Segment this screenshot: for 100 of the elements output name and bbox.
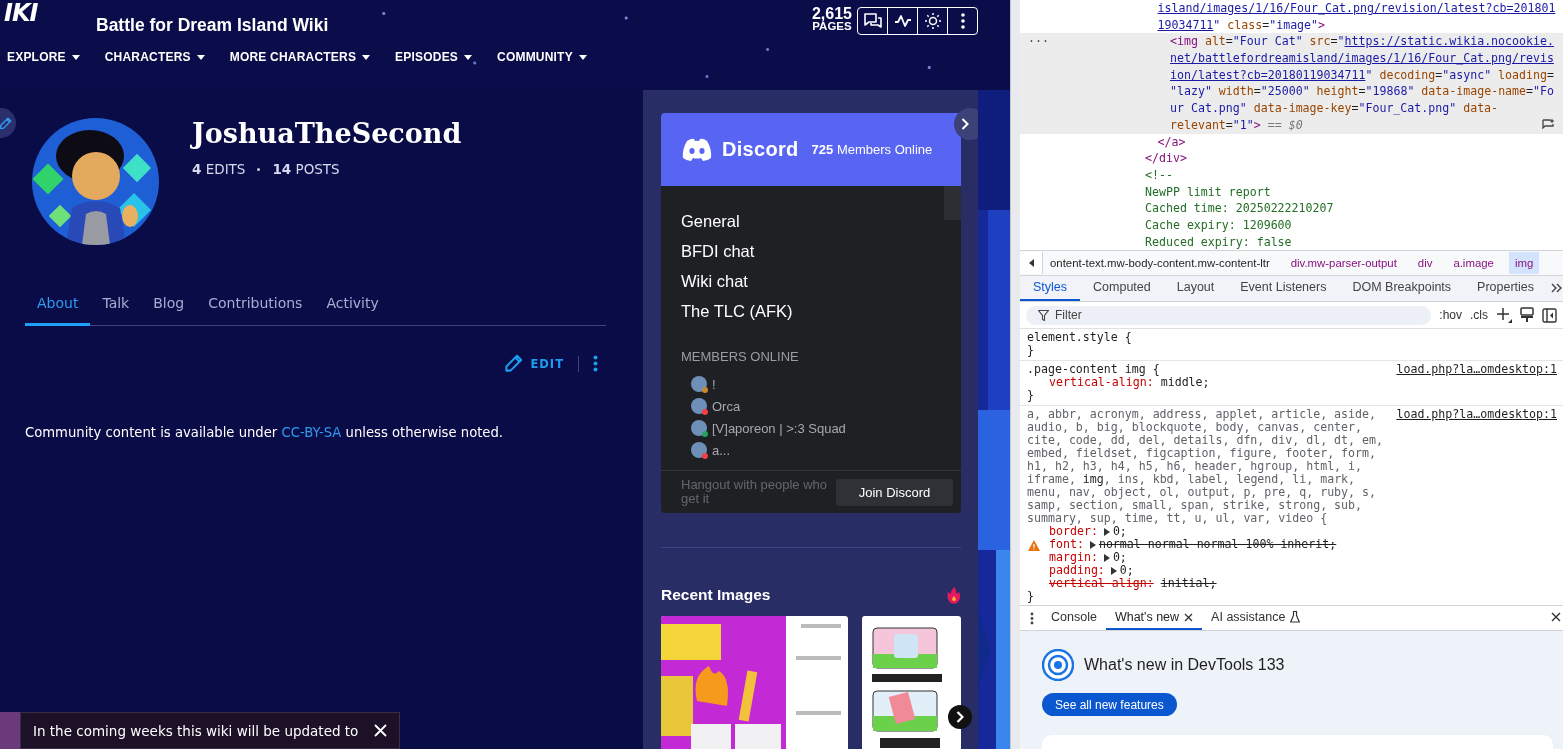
panel-tab[interactable]: Computed bbox=[1080, 280, 1164, 301]
splitter-handle[interactable] bbox=[1010, 0, 1020, 749]
sun-icon[interactable] bbox=[924, 13, 941, 29]
code-line[interactable]: <!-- bbox=[1145, 167, 1173, 182]
panel-tab[interactable]: Event Listeners bbox=[1227, 280, 1340, 301]
more-icon[interactable] bbox=[593, 355, 598, 372]
closing-brace: } bbox=[1027, 389, 1035, 402]
site-title[interactable]: Battle for Dream Island Wiki bbox=[96, 15, 329, 36]
toggle-button[interactable]: .cls bbox=[1470, 308, 1488, 322]
property-name[interactable]: border: bbox=[1049, 524, 1098, 538]
nav-menu[interactable]: EPISODES bbox=[395, 50, 473, 64]
code-line[interactable]: NewPP limit report bbox=[1145, 184, 1271, 199]
property-value[interactable]: normal normal normal 100% inherit; bbox=[1098, 537, 1337, 551]
next-button[interactable] bbox=[948, 705, 972, 729]
nav-menu[interactable]: COMMUNITY bbox=[497, 50, 587, 64]
channel-link[interactable]: General bbox=[681, 206, 740, 236]
profile-tab[interactable]: Activity bbox=[314, 295, 391, 326]
profile-tab[interactable]: About bbox=[25, 295, 91, 326]
code-line[interactable]: 19034711" class="image"> bbox=[1157, 17, 1326, 32]
code-line[interactable]: island/images/1/16/Four_Cat.png/revision/latest?cb=201801 bbox=[1157, 1, 1556, 15]
nav-menu[interactable]: MORE CHARACTERS bbox=[229, 50, 371, 64]
chevron-double-icon[interactable] bbox=[1551, 283, 1563, 293]
sidebar-icon[interactable] bbox=[1542, 307, 1557, 323]
nav-menu[interactable]: CHARACTERS bbox=[104, 50, 205, 64]
source-link[interactable]: load.php?la…omdesktop:1 bbox=[1396, 408, 1557, 421]
code-line[interactable]: ion/latest?cb=20180119034711" decoding="async" loading= bbox=[1170, 67, 1554, 82]
property-value[interactable]: 0; bbox=[1112, 524, 1127, 538]
plus-icon[interactable] bbox=[1496, 307, 1512, 323]
member-name[interactable]: [V]aporeon | >:3 Squad bbox=[712, 420, 846, 436]
member-name[interactable]: Orca bbox=[712, 398, 741, 414]
breadcrumb[interactable]: a.image bbox=[1447, 252, 1500, 274]
pencil-icon bbox=[504, 354, 524, 373]
panel-tab[interactable]: Layout bbox=[1163, 280, 1228, 301]
code-line[interactable]: relevant="1"> == $0 bbox=[1170, 117, 1303, 132]
panel-tab[interactable]: Styles bbox=[1020, 280, 1081, 301]
drawer-tab[interactable]: AI assistance bbox=[1202, 606, 1310, 630]
property-name[interactable]: padding: bbox=[1049, 563, 1105, 577]
code-line[interactable]: </div> bbox=[1145, 151, 1187, 166]
property-value[interactable]: 0; bbox=[1112, 550, 1127, 564]
sparkle-chat-icon[interactable] bbox=[1541, 117, 1555, 132]
code-line[interactable]: ur Cat.png" data-image-key="Four_Cat.png" data- bbox=[1170, 101, 1499, 116]
css-selector: .page-content img { bbox=[1027, 363, 1161, 376]
code-line[interactable]: "lazy" width="25000" height="19868" data-image-name="Fo bbox=[1170, 84, 1554, 99]
breadcrumb[interactable]: img bbox=[1508, 252, 1540, 274]
nav-menu[interactable]: EXPLORE bbox=[7, 50, 80, 64]
filter-field[interactable]: Filter bbox=[1055, 308, 1175, 322]
panel-tab[interactable]: DOM Breakpoints bbox=[1339, 280, 1465, 301]
scroll-left-icon[interactable] bbox=[1028, 259, 1034, 267]
drawer-tab[interactable]: Console bbox=[1042, 606, 1106, 630]
close-icon[interactable] bbox=[1184, 612, 1194, 622]
property-value[interactable]: 0; bbox=[1119, 563, 1134, 577]
member-name[interactable]: ! bbox=[712, 376, 716, 392]
profile-tab[interactable]: Blog bbox=[141, 295, 197, 326]
property-name[interactable]: font: bbox=[1049, 537, 1084, 551]
ellipsis-icon[interactable]: ... bbox=[1028, 30, 1049, 48]
panel-tab[interactable]: Properties bbox=[1464, 280, 1548, 301]
join-button[interactable]: Join Discord bbox=[836, 478, 953, 506]
code-line[interactable]: net/battlefordreamisland/images/1/16/Four_Cat.png/revis bbox=[1170, 51, 1554, 66]
more-icon[interactable] bbox=[1030, 611, 1034, 625]
paint-brush-icon[interactable] bbox=[1520, 307, 1534, 323]
wiki-logo[interactable]: IKI bbox=[4, 0, 96, 26]
more-icon[interactable] bbox=[960, 13, 965, 29]
stat-count: 4 EDITS bbox=[192, 161, 246, 177]
breadcrumb[interactable]: div bbox=[1411, 252, 1439, 274]
property-value[interactable]: initial; bbox=[1160, 576, 1217, 590]
property-value[interactable]: middle; bbox=[1160, 375, 1210, 389]
notice-text: In the coming weeks this wiki will be updated to bbox=[33, 722, 359, 739]
stat-count: 14 POSTS bbox=[272, 161, 340, 177]
see-features-button[interactable]: See all new features bbox=[1042, 693, 1177, 716]
channel-link[interactable]: BFDI chat bbox=[681, 236, 755, 266]
collapse-button[interactable] bbox=[954, 108, 978, 140]
closing-brace: } bbox=[1027, 344, 1034, 357]
chevron-icon bbox=[956, 711, 964, 723]
channel-link[interactable]: The TLC (AFK) bbox=[681, 296, 793, 326]
property-name[interactable]: margin: bbox=[1049, 550, 1098, 564]
license-link[interactable]: CC-BY-SA bbox=[281, 425, 342, 440]
code-line[interactable]: Cache expiry: 1209600 bbox=[1145, 217, 1292, 232]
edit-button[interactable]: EDIT bbox=[504, 354, 564, 373]
member-name[interactable]: a... bbox=[712, 442, 731, 458]
scrollbar[interactable] bbox=[944, 186, 961, 220]
online-count: 725 Members Online bbox=[811, 142, 933, 157]
breadcrumb[interactable]: ontent-text.mw-body-content.mw-content-ltr bbox=[1044, 252, 1276, 274]
property-name[interactable]: vertical-align: bbox=[1049, 576, 1154, 590]
caret-icon bbox=[362, 54, 371, 60]
property-name[interactable]: vertical-align: bbox=[1049, 375, 1154, 389]
source-link[interactable]: load.php?la…omdesktop:1 bbox=[1396, 363, 1557, 376]
profile-tab[interactable]: Talk bbox=[90, 295, 142, 326]
code-line[interactable]: <img alt="Four Cat" src="https://static.wikia.nocookie. bbox=[1170, 34, 1554, 49]
channel-link[interactable]: Wiki chat bbox=[681, 266, 748, 296]
code-line[interactable]: Reduced expiry: false bbox=[1145, 234, 1292, 249]
profile-tab[interactable]: Contributions bbox=[196, 295, 315, 326]
code-line[interactable]: </a> bbox=[1157, 134, 1186, 149]
chevron-icon bbox=[961, 118, 969, 130]
activity-icon[interactable] bbox=[893, 14, 912, 28]
toggle-button[interactable]: :hov bbox=[1439, 308, 1462, 322]
code-line[interactable]: Cached time: 20250222210207 bbox=[1145, 201, 1334, 216]
breadcrumb[interactable]: div.mw-parser-output bbox=[1284, 252, 1403, 274]
caret-icon bbox=[71, 54, 80, 60]
close-icon[interactable] bbox=[1551, 612, 1561, 622]
chat-icon[interactable] bbox=[863, 13, 882, 29]
